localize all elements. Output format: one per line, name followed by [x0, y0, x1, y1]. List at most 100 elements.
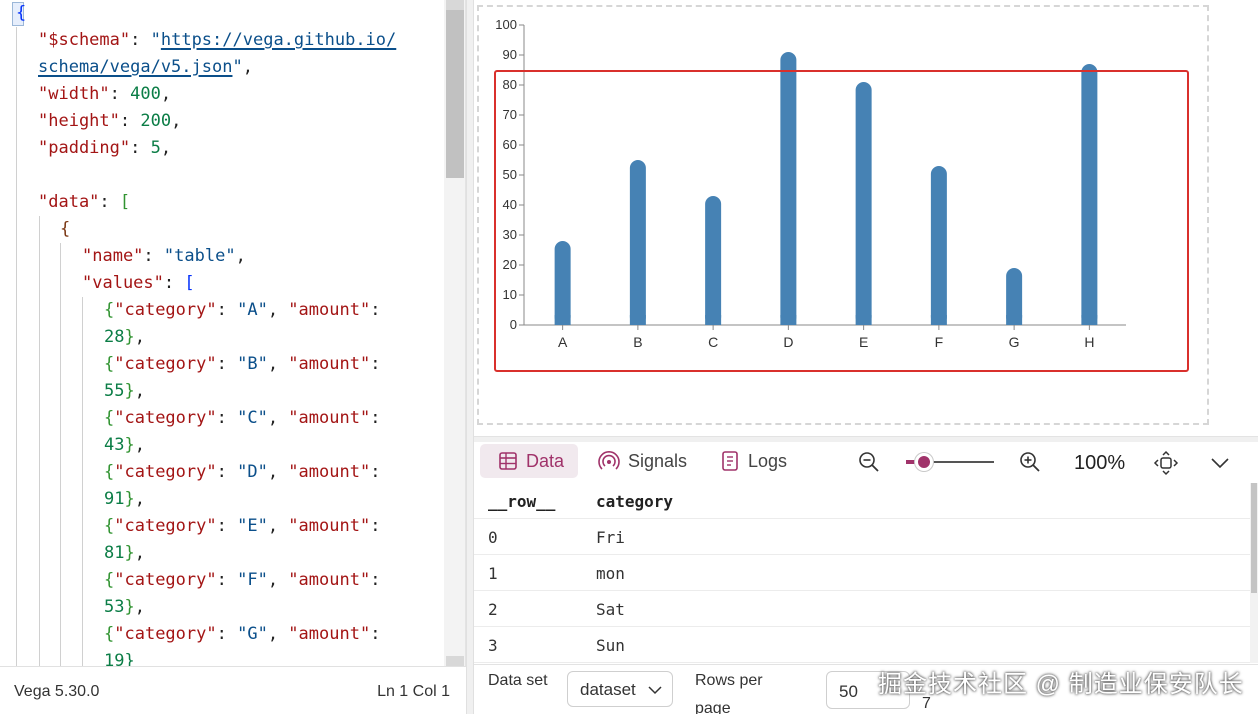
scroll-down-arrow[interactable]: [446, 656, 464, 666]
table-row[interactable]: 0 Fri: [474, 519, 1250, 555]
chevron-down-icon[interactable]: [1208, 450, 1232, 474]
code-token: :: [119, 111, 141, 131]
code-token: :: [130, 30, 151, 50]
code-token: }: [124, 489, 135, 509]
table-row[interactable]: 2 Sat: [474, 591, 1250, 627]
zoom-out-icon[interactable]: [857, 450, 881, 474]
code-token: ,: [134, 543, 145, 563]
code-line: {: [60, 216, 70, 243]
code-token: ": [232, 57, 243, 77]
code-line: {"category": "C", "amount":: [104, 405, 380, 432]
y-tick-label: 100: [495, 17, 517, 32]
code-token: {: [60, 219, 71, 239]
code-token: }: [124, 543, 135, 563]
cursor-position[interactable]: Ln 1 Col 1: [377, 683, 450, 701]
code-token: :: [216, 516, 238, 536]
y-tick-label: 80: [503, 77, 517, 92]
code-token: :: [216, 354, 238, 374]
code-line: schema/vega/v5.json",: [38, 54, 253, 81]
code-line: "width": 400,: [38, 81, 171, 108]
code-token: {: [16, 3, 27, 23]
code-token: "amount": [288, 516, 371, 536]
code-token: ,: [242, 57, 253, 77]
code-token: 81: [104, 543, 125, 563]
y-tick-label: 10: [503, 287, 517, 302]
tab-data-label: Data: [526, 450, 565, 471]
bar-D: [780, 52, 797, 325]
indent-guide: [16, 27, 17, 666]
code-token: "G": [237, 624, 268, 644]
code-token: "name": [82, 246, 144, 266]
code-token: {: [104, 570, 115, 590]
y-tick-label: 70: [503, 107, 517, 122]
code-token: :: [370, 300, 381, 320]
code-token: "F": [237, 570, 268, 590]
code-token: {: [104, 408, 115, 428]
pane-splitter[interactable]: [466, 0, 474, 714]
code-token: "amount": [288, 354, 371, 374]
code-token: ,: [134, 381, 145, 401]
code-token: :: [370, 624, 381, 644]
table-row[interactable]: 1 mon: [474, 555, 1250, 591]
code-token: ,: [134, 327, 145, 347]
code-token: "A": [237, 300, 268, 320]
zoom-in-icon[interactable]: [1018, 450, 1042, 474]
data-table: __row__ category 0 Fri 1 mon 2 Sat 3 Sun: [474, 483, 1250, 663]
code-token: ,: [134, 435, 145, 455]
code-token: :: [99, 192, 120, 212]
bar-E: [855, 82, 872, 325]
code-area[interactable]: {"$schema": "https://vega.github.io/sche…: [0, 0, 444, 666]
table-scrollbar-thumb[interactable]: [1251, 483, 1257, 593]
code-token: 400: [130, 84, 161, 104]
code-token: [: [119, 192, 131, 212]
zoom-slider[interactable]: [906, 452, 996, 472]
code-line: 91},: [104, 486, 145, 513]
dataset-select[interactable]: dataset: [567, 671, 673, 707]
rows-per-page-label: Rows per page: [695, 672, 763, 714]
code-token: ,: [267, 354, 289, 374]
code-line: {: [16, 0, 26, 27]
code-line: {"category": "F", "amount":: [104, 567, 380, 594]
code-token: "$schema": [38, 30, 131, 50]
code-token: }: [124, 327, 135, 347]
code-line: {"category": "A", "amount":: [104, 297, 380, 324]
editor-scrollbar[interactable]: [444, 0, 465, 666]
table-row[interactable]: 3 Sun: [474, 627, 1250, 663]
code-line: 43},: [104, 432, 145, 459]
bar-A: [554, 241, 571, 325]
table-cell: Sat: [596, 600, 625, 619]
code-editor[interactable]: {"$schema": "https://vega.github.io/sche…: [0, 0, 466, 666]
code-token: "D": [237, 462, 268, 482]
code-token: "category": [114, 354, 217, 374]
code-token: :: [216, 408, 238, 428]
code-line: "height": 200,: [38, 108, 181, 135]
code-token: :: [370, 516, 381, 536]
code-line: {"category": "G", "amount":: [104, 621, 380, 648]
y-tick-label: 20: [503, 257, 517, 272]
column-header[interactable]: __row__: [488, 492, 555, 511]
code-token: ,: [267, 408, 289, 428]
code-token: :: [370, 354, 381, 374]
code-token: ,: [267, 462, 289, 482]
column-header[interactable]: category: [596, 492, 673, 511]
scroll-up-arrow[interactable]: [446, 0, 464, 10]
zoom-slider-thumb[interactable]: [915, 453, 933, 471]
y-tick-label: 30: [503, 227, 517, 242]
code-token: "E": [237, 516, 268, 536]
editor-scrollbar-thumb[interactable]: [446, 10, 464, 178]
bar-base-H: [1081, 315, 1098, 325]
bar-C: [705, 196, 722, 325]
tab-logs[interactable]: Logs: [720, 444, 787, 478]
code-line: "name": "table",: [82, 243, 246, 270]
code-token: "category": [114, 516, 217, 536]
tab-signals[interactable]: Signals: [598, 444, 687, 478]
fit-to-view-icon[interactable]: [1152, 450, 1180, 476]
code-token: ,: [160, 84, 172, 104]
code-token: 91: [104, 489, 125, 509]
table-scrollbar[interactable]: [1250, 483, 1258, 663]
zoom-level: 100%: [1074, 452, 1126, 474]
tab-data[interactable]: Data: [480, 444, 578, 478]
code-token: }: [124, 597, 135, 617]
table-cell: 0: [488, 528, 498, 547]
code-token: :: [370, 408, 381, 428]
